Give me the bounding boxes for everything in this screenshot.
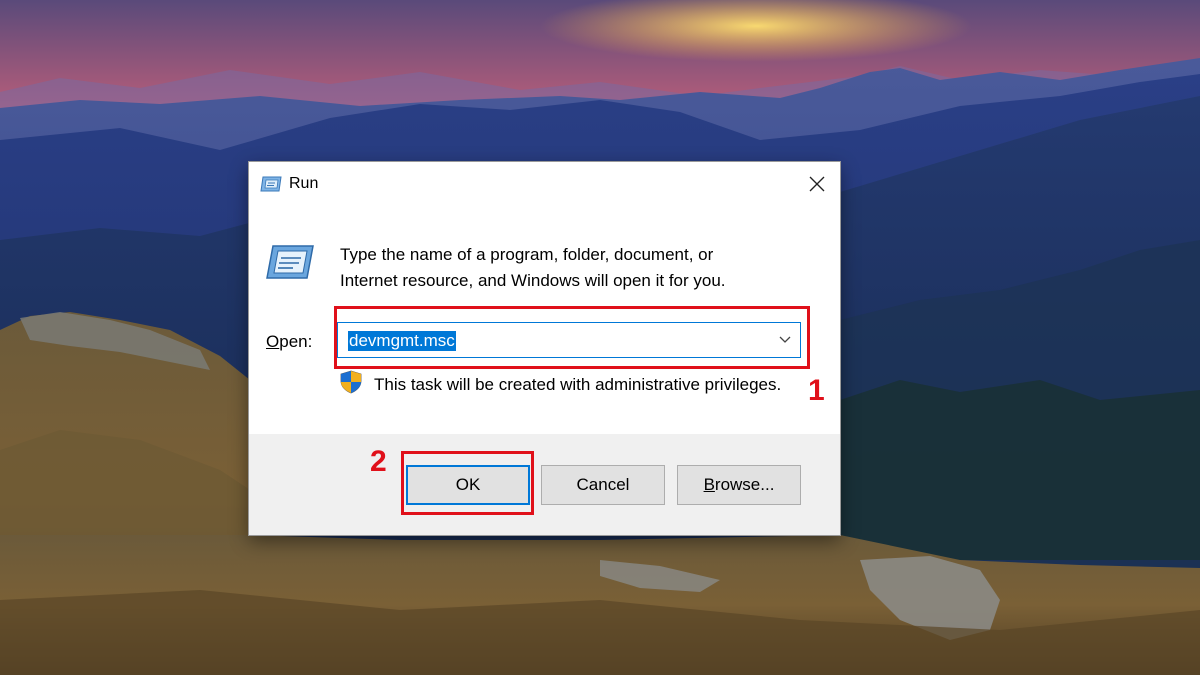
close-icon (809, 176, 825, 192)
browse-label-rest: rowse... (714, 475, 775, 494)
cancel-button[interactable]: Cancel (541, 465, 665, 505)
open-label-mnemonic: O (266, 332, 280, 351)
open-combobox[interactable]: devmgmt.msc (337, 322, 801, 358)
run-icon (260, 176, 282, 192)
description-line-1: Type the name of a program, folder, docu… (340, 245, 714, 264)
open-input-value[interactable]: devmgmt.msc (348, 331, 456, 351)
close-button[interactable] (794, 162, 840, 206)
ok-button[interactable]: OK (406, 465, 530, 505)
dialog-title: Run (289, 175, 319, 192)
description-text: Type the name of a program, folder, docu… (340, 242, 810, 294)
browse-mnemonic: B (703, 475, 715, 494)
open-label: Open: (266, 332, 312, 352)
dropdown-button[interactable] (770, 323, 800, 357)
browse-button[interactable]: Browse... (677, 465, 801, 505)
step-number-1: 1 (808, 374, 825, 407)
chevron-down-icon (779, 336, 791, 343)
run-large-icon (266, 245, 314, 279)
run-dialog: Run Type the name of a program, folder, … (249, 162, 840, 535)
step-number-2: 2 (370, 445, 387, 478)
description-line-2: Internet resource, and Windows will open… (340, 271, 726, 290)
uac-shield-icon (340, 370, 362, 394)
admin-privileges-note: This task will be created with administr… (374, 375, 782, 394)
open-label-rest: pen: (279, 332, 313, 351)
title-bar[interactable]: Run (249, 162, 840, 206)
